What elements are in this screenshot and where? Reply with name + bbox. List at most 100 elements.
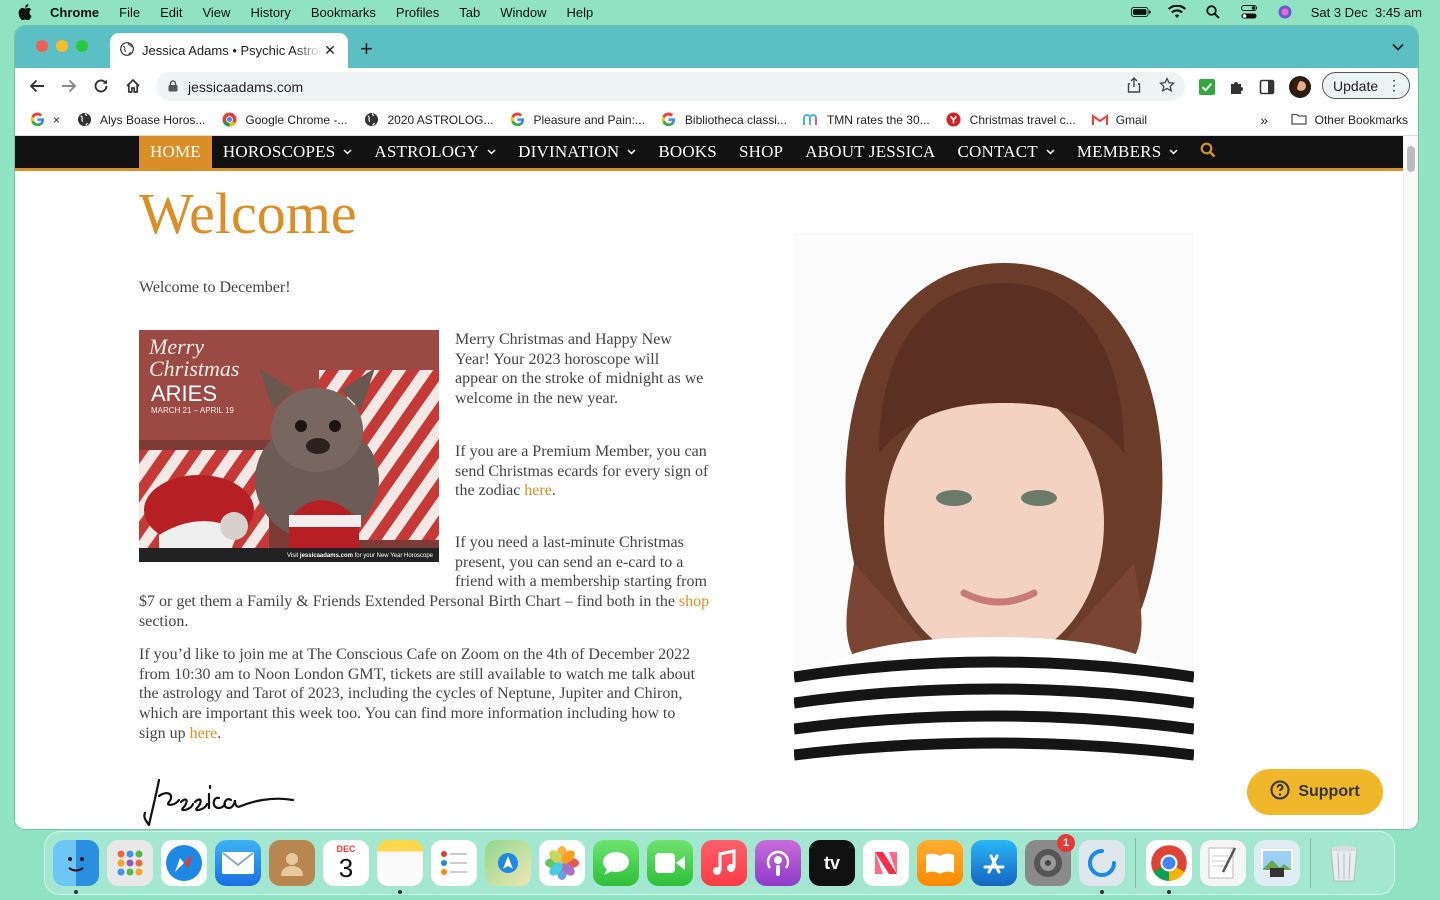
- scrollbar-thumb[interactable]: [1407, 146, 1415, 172]
- reminders-icon[interactable]: [431, 840, 477, 886]
- siri-icon[interactable]: [1275, 4, 1295, 20]
- bookmarks-overflow-icon[interactable]: »: [1260, 112, 1268, 128]
- christmas-aries-image[interactable]: Merry Christmas ARIES MARCH 21 – APRIL 1…: [139, 330, 439, 562]
- window-zoom-button[interactable]: [76, 40, 88, 52]
- music-icon[interactable]: [701, 840, 747, 886]
- calendar-icon[interactable]: DEC 3: [323, 840, 369, 886]
- reload-icon[interactable]: [91, 76, 111, 96]
- share-icon[interactable]: [1127, 77, 1141, 96]
- page-scrollbar[interactable]: [1403, 136, 1418, 829]
- notes-icon[interactable]: [377, 840, 423, 894]
- mail-icon[interactable]: [215, 840, 261, 886]
- ecards-here-link[interactable]: here: [524, 482, 552, 499]
- profile-avatar[interactable]: [1289, 76, 1311, 103]
- nav-contact[interactable]: CONTACT: [947, 136, 1066, 168]
- window-close-button[interactable]: [36, 40, 48, 52]
- menu-profiles[interactable]: Profiles: [396, 5, 439, 20]
- spotlight-search-icon[interactable]: [1203, 4, 1223, 20]
- tab-active[interactable]: Jessica Adams • Psychic Astrology ✕: [110, 33, 348, 68]
- preview-icon[interactable]: [1254, 840, 1300, 886]
- news-icon[interactable]: [863, 840, 909, 886]
- nav-shop[interactable]: SHOP: [728, 136, 794, 168]
- bookmark-item[interactable]: 2020 ASTROLOG...: [363, 112, 494, 128]
- update-button[interactable]: Update ⋮: [1322, 72, 1410, 99]
- jessica-portrait-photo[interactable]: [794, 233, 1194, 767]
- control-center-icon[interactable]: [1239, 4, 1259, 20]
- menu-history[interactable]: History: [250, 5, 290, 20]
- menu-file[interactable]: File: [119, 5, 140, 20]
- menu-bookmarks[interactable]: Bookmarks: [311, 5, 376, 20]
- bookmark-item[interactable]: Christmas travel c...: [946, 112, 1076, 128]
- nav-horoscopes[interactable]: HOROSCOPES: [212, 136, 364, 168]
- finder-icon[interactable]: [53, 840, 99, 894]
- nav-home[interactable]: HOME: [139, 136, 212, 168]
- bookmark-item[interactable]: ×: [29, 112, 60, 128]
- tab-search-chevron-icon[interactable]: [1392, 38, 1404, 56]
- app-store-icon[interactable]: [971, 840, 1017, 886]
- extension-check-icon[interactable]: [1199, 79, 1215, 100]
- contacts-icon[interactable]: [269, 840, 315, 886]
- new-tab-button[interactable]: +: [360, 36, 373, 62]
- other-bookmarks[interactable]: Other Bookmarks: [1290, 112, 1408, 128]
- nav-search[interactable]: [1189, 136, 1227, 168]
- maps-icon[interactable]: [485, 840, 531, 886]
- kebab-menu-icon[interactable]: ⋮: [1387, 77, 1401, 94]
- bookmark-item[interactable]: Gmail: [1091, 112, 1147, 128]
- bookmark-item[interactable]: Pleasure and Pain:...: [510, 112, 645, 128]
- bookmark-star-icon[interactable]: [1158, 76, 1176, 96]
- support-button[interactable]: Support: [1247, 769, 1383, 815]
- tab-close-icon[interactable]: ✕: [322, 42, 338, 59]
- battery-icon[interactable]: [1130, 4, 1151, 20]
- address-url[interactable]: jessicaadams.com: [188, 79, 303, 95]
- paragraph-conscious-cafe: If you’d like to join me at The Consciou…: [139, 645, 699, 744]
- bookmark-label: TMN rates the 30...: [826, 112, 930, 127]
- bookmark-label: 2020 ASTROLOG...: [387, 112, 494, 127]
- menu-view[interactable]: View: [202, 5, 230, 20]
- forward-arrow-icon[interactable]: [59, 76, 79, 96]
- facetime-icon[interactable]: [647, 840, 693, 886]
- paragraph-premium-text: If you are a Premium Member, you can sen…: [455, 443, 709, 500]
- address-bar[interactable]: jessicaadams.com: [156, 72, 1185, 101]
- nav-label: ASTROLOGY: [374, 142, 480, 161]
- launchpad-icon[interactable]: [107, 840, 153, 886]
- lock-icon[interactable]: [168, 79, 178, 95]
- menubar-clock[interactable]: Sat 3 Dec 3:45 am: [1311, 5, 1422, 20]
- chrome-dock-icon[interactable]: [1146, 840, 1192, 894]
- apple-menu-icon[interactable]: [18, 3, 36, 21]
- macos-menubar: Chrome File Edit View History Bookmarks …: [0, 0, 1440, 24]
- nav-about-jessica[interactable]: ABOUT JESSICA: [794, 136, 946, 168]
- apple-tv-icon[interactable]: tv: [809, 840, 855, 886]
- messages-icon[interactable]: [593, 840, 639, 886]
- nav-divination[interactable]: DIVINATION: [507, 136, 647, 168]
- extensions-puzzle-icon[interactable]: [1229, 79, 1245, 100]
- bookmark-item[interactable]: TMN rates the 30...: [802, 112, 930, 128]
- system-settings-icon[interactable]: 1: [1025, 834, 1075, 886]
- menu-help[interactable]: Help: [567, 5, 594, 20]
- home-icon[interactable]: [123, 76, 143, 96]
- loading-app-icon[interactable]: [1079, 840, 1125, 894]
- bookmark-item[interactable]: Bibliotheca classi...: [661, 112, 787, 128]
- menu-app-name[interactable]: Chrome: [50, 5, 99, 20]
- safari-icon[interactable]: [161, 840, 207, 886]
- window-minimize-button[interactable]: [56, 40, 68, 52]
- bookmark-label: Alys Boase Horos...: [100, 112, 206, 127]
- support-button-label: Support: [1298, 783, 1360, 800]
- menu-edit[interactable]: Edit: [160, 5, 182, 20]
- back-arrow-icon[interactable]: [27, 76, 47, 96]
- books-icon[interactable]: [917, 840, 963, 886]
- trash-icon[interactable]: [1321, 840, 1367, 886]
- menu-tab[interactable]: Tab: [459, 5, 480, 20]
- shop-link[interactable]: shop: [679, 593, 709, 610]
- podcasts-icon[interactable]: [755, 840, 801, 886]
- nav-astrology[interactable]: ASTROLOGY: [363, 136, 507, 168]
- photos-icon[interactable]: [539, 840, 585, 886]
- textedit-icon[interactable]: [1200, 840, 1246, 886]
- side-panel-icon[interactable]: [1259, 79, 1275, 100]
- signup-here-link[interactable]: here: [190, 725, 218, 742]
- bookmark-item[interactable]: Alys Boase Horos...: [76, 112, 205, 128]
- nav-members[interactable]: MEMBERS: [1066, 136, 1190, 168]
- bookmark-item[interactable]: Google Chrome -...: [221, 112, 347, 128]
- menu-window[interactable]: Window: [500, 5, 546, 20]
- wifi-icon[interactable]: [1167, 4, 1187, 20]
- nav-books[interactable]: BOOKS: [647, 136, 728, 168]
